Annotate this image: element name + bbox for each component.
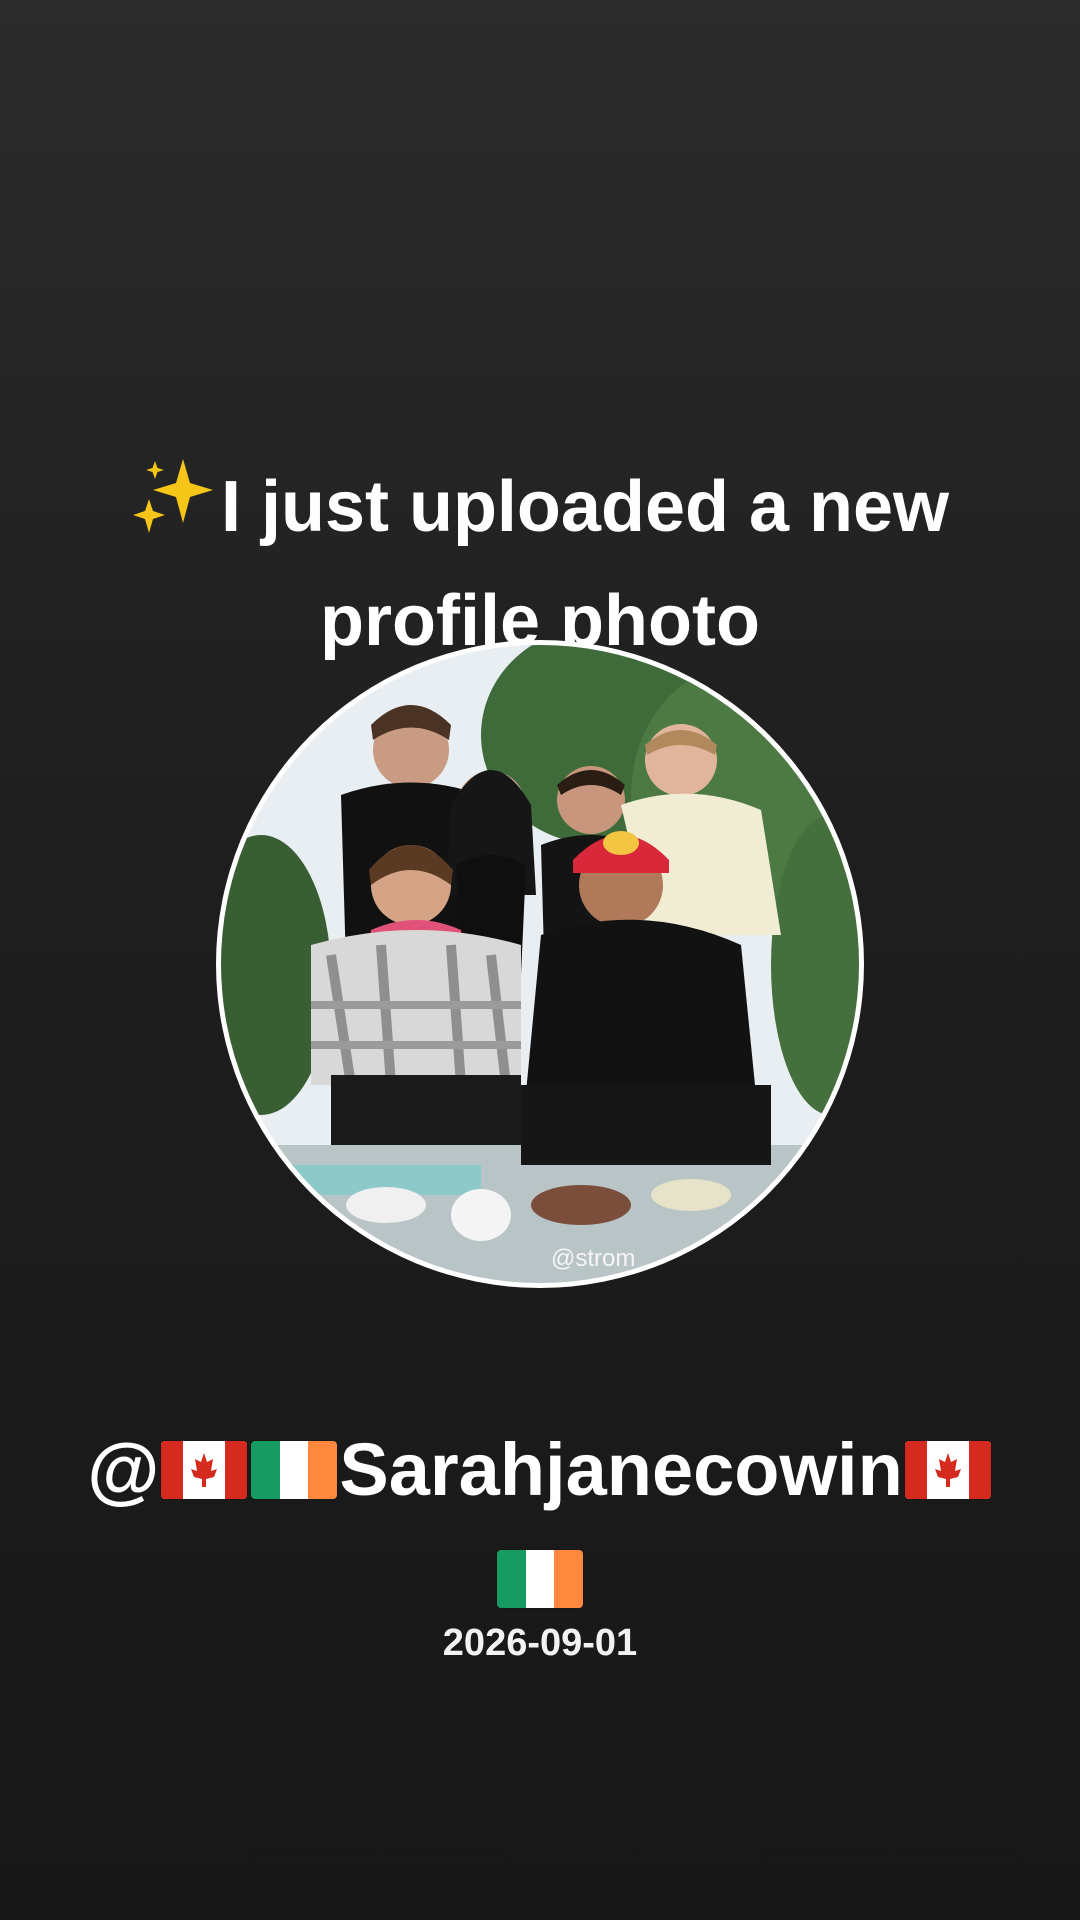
profile-photo[interactable]: @strom bbox=[216, 640, 864, 1288]
username-prefix: @ bbox=[87, 1428, 160, 1511]
ireland-flag-icon bbox=[497, 1550, 583, 1608]
ireland-flag-icon bbox=[251, 1441, 338, 1499]
post-date: 2026-09-01 bbox=[442, 1622, 638, 1664]
tiktok-watermark: @strom bbox=[551, 1245, 636, 1272]
sparkles-icon bbox=[131, 453, 217, 539]
username[interactable]: @ Sarahjanecowin bbox=[40, 1420, 1040, 1520]
profile-photo-image: @strom bbox=[221, 645, 859, 1283]
username-text: Sarahjanecowin bbox=[339, 1428, 903, 1511]
headline-text: I just uploaded a new profile photo bbox=[220, 467, 950, 661]
canada-flag-icon bbox=[161, 1441, 248, 1499]
username-trailing-flag bbox=[0, 1550, 1080, 1609]
canada-flag-icon bbox=[904, 1441, 991, 1499]
